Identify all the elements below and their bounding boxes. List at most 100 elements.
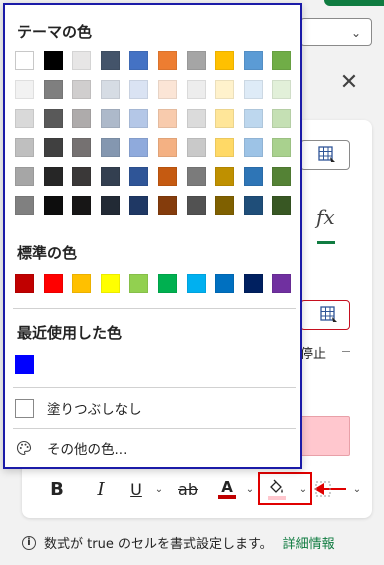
color-swatch[interactable]: [157, 109, 177, 128]
color-swatch[interactable]: [272, 274, 292, 293]
color-swatch[interactable]: [272, 80, 292, 99]
color-swatch[interactable]: [72, 51, 92, 70]
color-swatch[interactable]: [100, 80, 120, 99]
color-swatch[interactable]: [243, 196, 263, 215]
color-swatch[interactable]: [186, 274, 206, 293]
color-swatch[interactable]: [43, 138, 63, 157]
color-swatch[interactable]: [243, 80, 263, 99]
close-icon[interactable]: ✕: [336, 70, 362, 96]
font-color-button[interactable]: A: [215, 474, 239, 504]
color-swatch[interactable]: [186, 51, 206, 70]
color-swatch[interactable]: [186, 109, 206, 128]
color-swatch[interactable]: [72, 196, 92, 215]
fill-color-chevron-icon[interactable]: ⌄: [296, 474, 310, 504]
color-swatch[interactable]: [272, 51, 292, 70]
color-swatch[interactable]: [186, 196, 206, 215]
color-swatch[interactable]: [72, 138, 92, 157]
color-swatch[interactable]: [129, 167, 149, 186]
fill-color-button[interactable]: [264, 474, 290, 504]
color-swatch[interactable]: [186, 138, 206, 157]
color-swatch[interactable]: [243, 51, 263, 70]
font-color-letter: A: [221, 478, 233, 496]
color-swatch[interactable]: [15, 196, 34, 215]
color-swatch[interactable]: [215, 109, 235, 128]
color-swatch[interactable]: [272, 109, 292, 128]
more-colors-label: その他の色...: [47, 442, 128, 458]
color-swatch[interactable]: [100, 138, 120, 157]
color-swatch[interactable]: [43, 196, 63, 215]
color-swatch[interactable]: [100, 196, 120, 215]
color-swatch[interactable]: [272, 167, 292, 186]
fx-icon[interactable]: fx: [316, 205, 335, 229]
no-fill-label: 塗りつぶしなし: [47, 402, 142, 418]
color-swatch[interactable]: [43, 80, 63, 99]
color-swatch[interactable]: [157, 167, 177, 186]
color-swatch[interactable]: [215, 51, 235, 70]
strikethrough-button[interactable]: ab: [176, 474, 200, 504]
color-swatch[interactable]: [100, 109, 120, 128]
divider: [13, 428, 296, 429]
color-swatch[interactable]: [157, 274, 177, 293]
fx-tab-indicator: [317, 241, 335, 244]
color-swatch[interactable]: [215, 80, 235, 99]
color-swatch[interactable]: [272, 138, 292, 157]
underline-dropdown-chevron-icon[interactable]: ⌄: [152, 474, 166, 504]
underline-button[interactable]: U: [126, 474, 146, 504]
color-swatch[interactable]: [129, 196, 149, 215]
color-swatch[interactable]: [157, 196, 177, 215]
color-swatch[interactable]: [157, 138, 177, 157]
color-swatch[interactable]: [43, 51, 63, 70]
recent-color-swatch[interactable]: [15, 355, 34, 374]
recent-colors-title: 最近使用した色: [17, 324, 123, 342]
format-dropdown[interactable]: ⌄: [300, 18, 372, 46]
learn-more-link[interactable]: 詳細情報: [283, 533, 335, 552]
color-swatch[interactable]: [72, 274, 92, 293]
no-fill-box-icon: [15, 398, 34, 418]
color-swatch[interactable]: [129, 138, 149, 157]
color-swatch[interactable]: [100, 51, 120, 70]
more-colors-option[interactable]: その他の色...: [13, 434, 298, 462]
standard-colors-title: 標準の色: [17, 244, 78, 262]
color-swatch[interactable]: [43, 109, 63, 128]
color-swatch[interactable]: [272, 196, 292, 215]
color-swatch[interactable]: [15, 51, 34, 70]
color-swatch[interactable]: [243, 274, 263, 293]
color-swatch[interactable]: [157, 51, 177, 70]
border-chevron-icon[interactable]: ⌄: [350, 474, 364, 504]
color-swatch[interactable]: [129, 51, 149, 70]
color-swatch[interactable]: [72, 167, 92, 186]
paint-bucket-icon: [270, 479, 283, 493]
color-swatch[interactable]: [243, 109, 263, 128]
color-swatch[interactable]: [215, 196, 235, 215]
color-swatch[interactable]: [15, 109, 34, 128]
color-swatch[interactable]: [72, 80, 92, 99]
color-swatch[interactable]: [215, 167, 235, 186]
color-swatch[interactable]: [15, 80, 34, 99]
color-swatch[interactable]: [129, 109, 149, 128]
color-swatch[interactable]: [15, 274, 34, 293]
color-swatch[interactable]: [243, 138, 263, 157]
color-swatch[interactable]: [15, 138, 34, 157]
color-swatch[interactable]: [43, 167, 63, 186]
range-grid-icon: [318, 146, 335, 162]
color-swatch[interactable]: [129, 274, 149, 293]
color-swatch[interactable]: [215, 138, 235, 157]
color-swatch[interactable]: [15, 167, 34, 186]
border-button[interactable]: [314, 474, 332, 504]
color-swatch[interactable]: [100, 167, 120, 186]
bold-button[interactable]: B: [46, 474, 68, 504]
color-swatch[interactable]: [72, 109, 92, 128]
color-swatch[interactable]: [215, 274, 235, 293]
color-picker-dropdown: テーマの色 標準の色 最近使用した色 塗りつぶしなし その他の色...: [3, 3, 302, 469]
color-swatch[interactable]: [243, 167, 263, 186]
color-swatch[interactable]: [100, 274, 120, 293]
color-swatch[interactable]: [129, 80, 149, 99]
font-color-chevron-icon[interactable]: ⌄: [243, 474, 257, 504]
color-swatch[interactable]: [43, 274, 63, 293]
color-swatch[interactable]: [186, 167, 206, 186]
color-swatch[interactable]: [186, 80, 206, 99]
italic-button[interactable]: I: [90, 474, 112, 504]
theme-color-row: [15, 109, 292, 128]
no-fill-option[interactable]: 塗りつぶしなし: [13, 394, 298, 422]
color-swatch[interactable]: [157, 80, 177, 99]
